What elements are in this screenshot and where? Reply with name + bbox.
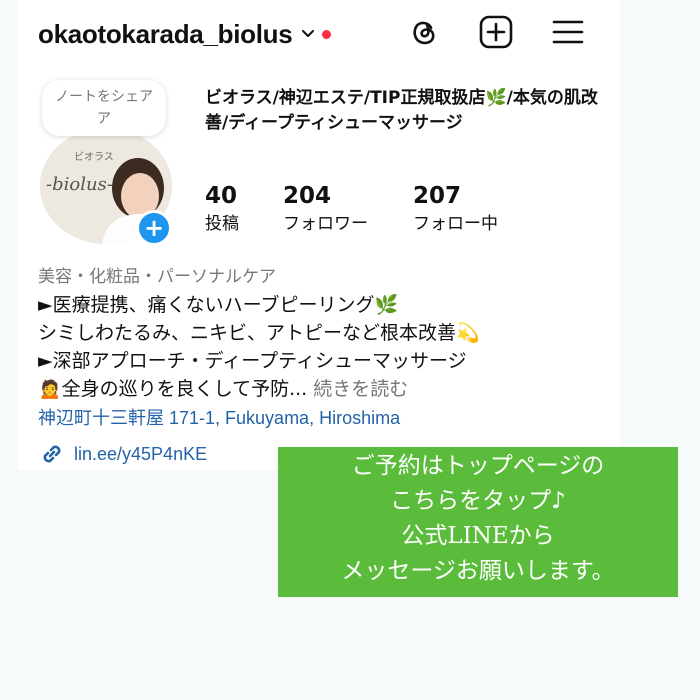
promo-line: ご予約はトップページの — [351, 453, 605, 479]
svg-text:ビオラス: ビオラス — [74, 151, 114, 163]
stat-following[interactable]: 207 フォロー中 — [413, 182, 498, 238]
promo-banner: ご予約はトップページの こちらをタップ♪ 公式LINEから メッセージお願いしま… — [278, 447, 678, 597]
stat-label: 投稿 — [205, 214, 239, 234]
add-icon[interactable]: + — [136, 210, 172, 246]
note-text: ノートをシェア — [55, 89, 153, 105]
stat-label: フォロー中 — [413, 214, 498, 234]
top-bar-actions — [404, 12, 588, 52]
svg-text:-biolus-: -biolus- — [46, 174, 113, 195]
promo-line: メッセージお願いします。 — [341, 558, 615, 584]
external-link[interactable]: lin.ee/y45P4nKE — [38, 440, 207, 468]
bio-line-truncated: 🙍全身の巡りを良くして予防... 続きを読む — [38, 375, 408, 403]
category-label: 美容・化粧品・パーソナルケア — [38, 267, 276, 287]
bio-line: ►深部アプローチ・ディープティシューマッサージ — [38, 350, 467, 372]
account-switcher[interactable]: okaotokarada_biolus — [38, 14, 332, 54]
username[interactable]: okaotokarada_biolus — [38, 19, 293, 50]
stat-value: 204 — [283, 183, 332, 209]
stat-value: 207 — [413, 183, 462, 209]
promo-line: こちらをタップ♪ — [390, 488, 566, 514]
note-bubble[interactable]: ノートをシェア ア — [42, 80, 166, 136]
link-icon — [43, 445, 61, 463]
bio-line: シミしわたるみ、ニキビ、アトピーなど根本改善💫 — [38, 322, 480, 344]
address-link[interactable]: 神辺町十三軒屋 171-1, Fukuyama, Hiroshima — [38, 404, 400, 430]
stat-label: フォロワー — [283, 214, 368, 234]
stat-posts[interactable]: 40 投稿 — [205, 182, 239, 238]
profile-title: ビオラス/神辺エステ/TIP正規取扱店🌿/本気の肌改善/ディープティシューマッサ… — [205, 88, 598, 133]
menu-icon[interactable] — [548, 12, 588, 52]
read-more-link[interactable]: 続きを読む — [313, 378, 408, 400]
promo-line: 公式LINEから — [401, 523, 555, 549]
bio-line: 🙍全身の巡りを良くして予防... — [38, 378, 308, 400]
note-text-cont: ア — [97, 111, 111, 127]
chevron-down-icon[interactable] — [300, 26, 316, 42]
stat-followers[interactable]: 204 フォロワー — [283, 182, 368, 238]
link-text[interactable]: lin.ee/y45P4nKE — [74, 444, 207, 465]
threads-icon[interactable] — [404, 12, 444, 52]
bio-line: ►医療提携、痛くないハーブピーリング🌿 — [38, 294, 399, 316]
stat-value: 40 — [205, 183, 238, 209]
notification-dot — [322, 29, 332, 39]
new-post-icon[interactable] — [476, 12, 516, 52]
